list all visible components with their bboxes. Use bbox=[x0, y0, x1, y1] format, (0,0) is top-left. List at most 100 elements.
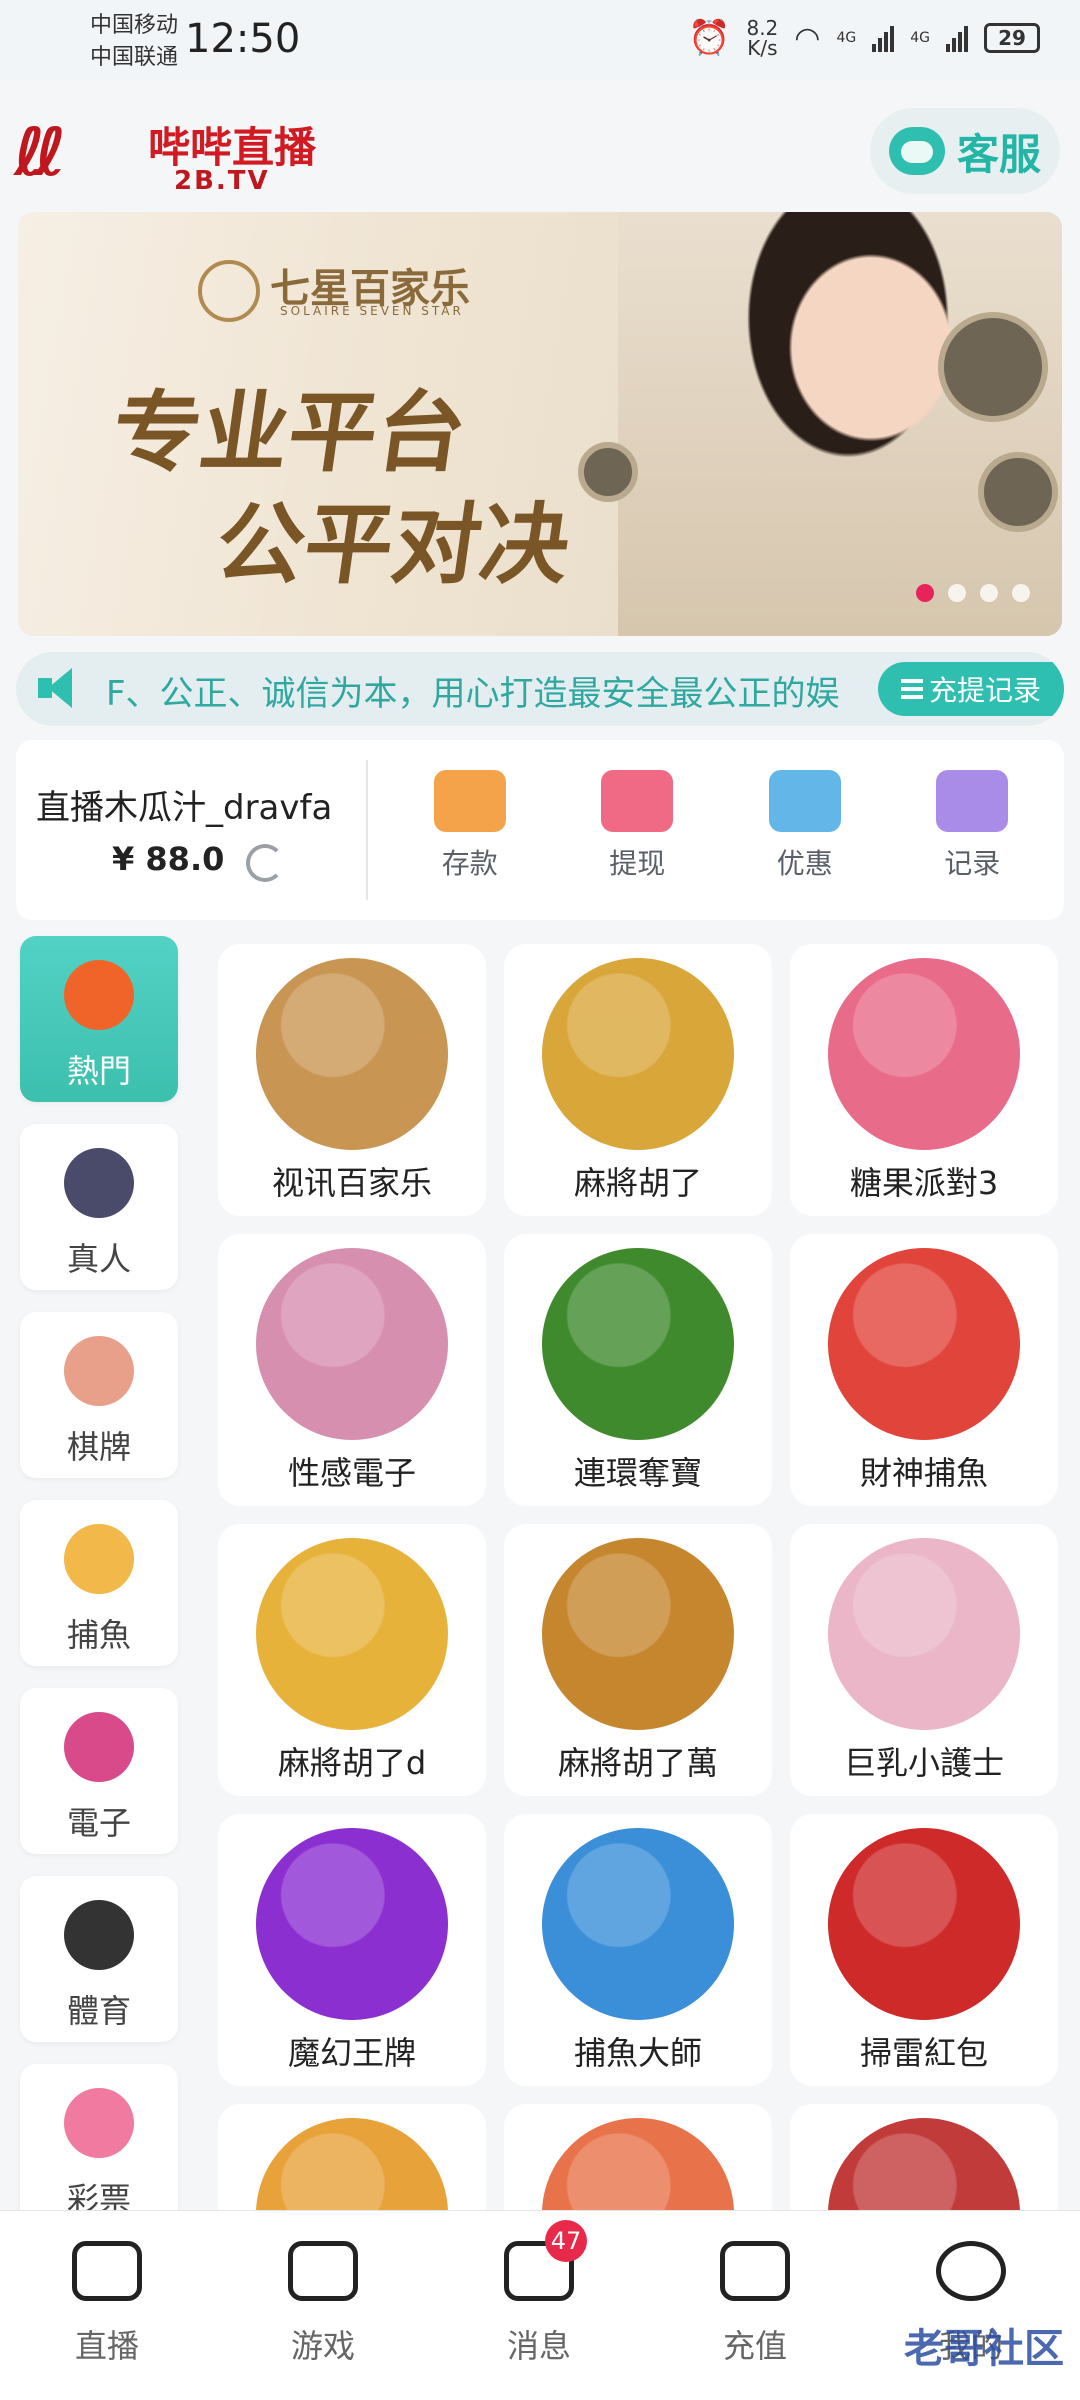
nav-label: 游戏 bbox=[290, 2327, 355, 2365]
game-title: 麻將胡了 bbox=[573, 1164, 702, 1202]
game-art-image bbox=[256, 1248, 448, 1440]
battery-icon: 29 bbox=[984, 23, 1040, 53]
wallet-action-label: 记录 bbox=[944, 847, 1001, 880]
app-logo[interactable]: ℓℓ 哔哔直播 2B.TV bbox=[14, 108, 334, 198]
nav-item-3[interactable]: 充值 bbox=[680, 2241, 830, 2367]
withdraw-icon bbox=[601, 770, 674, 832]
game-tile[interactable]: 巨乳小護士 bbox=[790, 1524, 1058, 1796]
username: 直播木瓜汁_dravfa bbox=[36, 788, 333, 828]
signal-1-label: 4G bbox=[836, 30, 857, 46]
game-art-image bbox=[542, 958, 734, 1150]
game-tile[interactable]: 魔幻王牌 bbox=[218, 1814, 486, 2086]
logo-subtitle: 2B.TV bbox=[174, 166, 270, 196]
notice-marquee: F、公正、诚信为本，用心打造最安全最公正的娱 充提记录 bbox=[16, 652, 1064, 726]
sidebar-item-5[interactable]: 體育 bbox=[20, 1876, 178, 2042]
sidebar-item-2[interactable]: 棋牌 bbox=[20, 1312, 178, 1478]
carousel-dot[interactable] bbox=[916, 584, 934, 602]
carrier-2: 中国联通 bbox=[90, 45, 179, 70]
wallet-action-label: 优惠 bbox=[776, 847, 833, 880]
promo-banner[interactable]: 七星百家乐 SOLAIRE SEVEN STAR 专业平台 公平对决 bbox=[18, 212, 1062, 636]
game-title: 財神捕魚 bbox=[859, 1454, 988, 1492]
sidebar-item-1[interactable]: 真人 bbox=[20, 1124, 178, 1290]
game-title: 视讯百家乐 bbox=[271, 1164, 432, 1202]
game-tile[interactable]: 麻將胡了d bbox=[218, 1524, 486, 1796]
game-tile[interactable]: 视讯百家乐 bbox=[218, 944, 486, 1216]
nav-label: 直播 bbox=[74, 2327, 139, 2365]
banner-headline-1: 专业平台 bbox=[105, 381, 473, 484]
carousel-dot[interactable] bbox=[980, 584, 998, 602]
banner-headline-2: 公平对决 bbox=[209, 493, 577, 596]
wallet-action-label: 存款 bbox=[441, 847, 498, 880]
game-art-image bbox=[256, 1828, 448, 2020]
game-art-image bbox=[542, 1248, 734, 1440]
game-tile[interactable]: 掃雷紅包 bbox=[790, 1814, 1058, 2086]
game-art-image bbox=[828, 1828, 1020, 2020]
wallet-icon bbox=[720, 2241, 790, 2301]
notice-text: F、公正、诚信为本，用心打造最安全最公正的娱 bbox=[106, 674, 840, 714]
refresh-icon[interactable] bbox=[246, 844, 284, 882]
list-icon bbox=[900, 679, 923, 699]
game-tile[interactable] bbox=[218, 2104, 486, 2214]
records-label: 充提记录 bbox=[928, 674, 1041, 707]
carousel-dot[interactable] bbox=[948, 584, 966, 602]
game-tile[interactable]: 性感電子 bbox=[218, 1234, 486, 1506]
wallet-actions: 存款 提现 优惠 记录 bbox=[386, 770, 1056, 882]
game-art-image bbox=[256, 1538, 448, 1730]
sidebar-item-label: 棋牌 bbox=[66, 1428, 131, 1466]
wallet-action-0[interactable]: 存款 bbox=[395, 770, 545, 882]
watermark: 老哥社区 bbox=[904, 2326, 1064, 2372]
nav-item-0[interactable]: 直播 bbox=[32, 2241, 182, 2367]
game-art-image bbox=[828, 1538, 1020, 1730]
sidebar-item-label: 熱門 bbox=[66, 1052, 131, 1090]
poker-chip-decoration bbox=[978, 452, 1058, 532]
wallet-action-1[interactable]: 提现 bbox=[562, 770, 712, 882]
nav-label: 充值 bbox=[722, 2327, 787, 2365]
customer-service-button[interactable]: 客服 bbox=[870, 108, 1060, 194]
wallet-action-label: 提现 bbox=[609, 847, 666, 880]
game-title: 掃雷紅包 bbox=[859, 2034, 988, 2072]
customer-service-label: 客服 bbox=[956, 129, 1041, 179]
soccer-ball-icon bbox=[64, 1900, 134, 1970]
game-tile[interactable]: 麻將胡了 bbox=[504, 944, 772, 1216]
slot-icon bbox=[64, 1712, 134, 1782]
game-tile[interactable]: 捕魚大師 bbox=[504, 1814, 772, 2086]
category-sidebar: 熱門真人棋牌捕魚電子體育彩票 bbox=[20, 936, 178, 2252]
nav-item-2[interactable]: 47 消息 bbox=[464, 2220, 614, 2367]
game-tile[interactable] bbox=[504, 2104, 772, 2214]
game-tile[interactable]: 麻將胡了萬 bbox=[504, 1524, 772, 1796]
carousel-dots[interactable] bbox=[916, 584, 1030, 602]
game-art-image bbox=[828, 2118, 1020, 2214]
poker-chip-icon bbox=[64, 1148, 134, 1218]
brand-coin-icon bbox=[198, 260, 260, 322]
carousel-dot[interactable] bbox=[1012, 584, 1030, 602]
game-art-image bbox=[828, 958, 1020, 1150]
sidebar-item-3[interactable]: 捕魚 bbox=[20, 1500, 178, 1666]
signal-2-label: 4G bbox=[910, 30, 930, 46]
game-art-image bbox=[256, 958, 448, 1150]
game-tile[interactable]: 連環奪寶 bbox=[504, 1234, 772, 1506]
sidebar-item-label: 體育 bbox=[66, 1992, 131, 2030]
balance: ¥ 88.0 bbox=[112, 840, 225, 878]
game-grid: 视讯百家乐 麻將胡了 糖果派對3 性感電子 連環奪寶 財神捕魚麻將胡了d 麻將胡了萬 巨乳小護… bbox=[218, 944, 1058, 2214]
sidebar-item-label: 捕魚 bbox=[66, 1616, 131, 1654]
camera-icon bbox=[72, 2241, 142, 2301]
speaker-icon bbox=[38, 668, 84, 708]
deposit-withdraw-records-button[interactable]: 充提记录 bbox=[878, 662, 1064, 716]
alarm-icon: ⏰ bbox=[688, 18, 731, 58]
app-header: ℓℓ 哔哔直播 2B.TV 客服 bbox=[0, 90, 1080, 200]
wallet-card: 直播木瓜汁_dravfa ¥ 88.0 存款 提现 优惠 记录 bbox=[16, 740, 1064, 920]
wallet-action-2[interactable]: 优惠 bbox=[730, 770, 880, 882]
poker-chip-decoration bbox=[578, 442, 638, 502]
game-tile[interactable]: 財神捕魚 bbox=[790, 1234, 1058, 1506]
carrier-names: 中国移动 中国联通 bbox=[90, 10, 178, 74]
wallet-icon bbox=[433, 770, 506, 832]
game-tile[interactable]: 糖果派對3 bbox=[790, 944, 1058, 1216]
sidebar-item-4[interactable]: 電子 bbox=[20, 1688, 178, 1854]
sidebar-item-0[interactable]: 熱門 bbox=[20, 936, 178, 1102]
game-tile[interactable] bbox=[790, 2104, 1058, 2214]
nav-item-1[interactable]: 游戏 bbox=[248, 2241, 398, 2367]
wallet-action-3[interactable]: 记录 bbox=[897, 770, 1047, 882]
banner-model-image bbox=[618, 212, 1062, 636]
game-art-image bbox=[828, 1248, 1020, 1440]
sidebar-item-6[interactable]: 彩票 bbox=[20, 2064, 178, 2230]
